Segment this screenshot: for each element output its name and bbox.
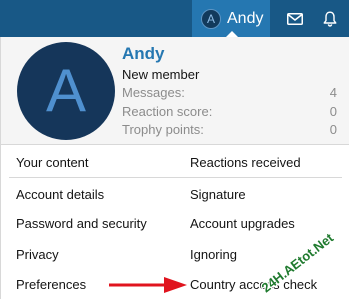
stat-trophy-points: Trophy points: 0: [122, 122, 337, 140]
preferences-link[interactable]: Preferences: [16, 277, 86, 292]
stat-label: Reaction score:: [122, 104, 213, 119]
bell-icon: [323, 11, 337, 27]
user-avatar-small: A: [201, 8, 221, 29]
password-security-link[interactable]: Password and security: [16, 216, 147, 231]
user-title: New member: [122, 67, 200, 82]
red-annotation-arrow: [108, 276, 188, 294]
top-navigation-bar: A Andy: [0, 0, 349, 37]
envelope-icon: [287, 12, 303, 25]
inbox-button[interactable]: [276, 0, 314, 37]
watermark-text: 24H.AEtot.Net: [259, 230, 337, 296]
avatar-letter: A: [45, 57, 87, 124]
stat-value: 0: [329, 122, 337, 137]
profile-summary: A Andy New member Messages: 4 Reaction s…: [1, 37, 349, 145]
signature-link[interactable]: Signature: [190, 187, 246, 202]
stat-value: 0: [329, 104, 337, 119]
account-details-link[interactable]: Account details: [16, 187, 104, 202]
alerts-button[interactable]: [311, 0, 349, 37]
stat-value: 4: [329, 85, 337, 100]
ignoring-link[interactable]: Ignoring: [190, 247, 237, 262]
nav-username: Andy: [227, 9, 264, 27]
your-content-link[interactable]: Your content: [16, 155, 89, 170]
stat-reaction-score: Reaction score: 0: [122, 104, 337, 122]
stat-label: Messages:: [122, 85, 185, 100]
stat-label: Trophy points:: [122, 122, 204, 137]
reactions-received-link[interactable]: Reactions received: [190, 155, 301, 170]
privacy-link[interactable]: Privacy: [16, 247, 59, 262]
stat-messages: Messages: 4: [122, 85, 337, 103]
profile-avatar[interactable]: A: [17, 42, 115, 140]
site-watermark: 24H.AEtot.Net: [258, 216, 349, 298]
menu-divider: [9, 177, 342, 178]
profile-username[interactable]: Andy: [122, 44, 165, 64]
